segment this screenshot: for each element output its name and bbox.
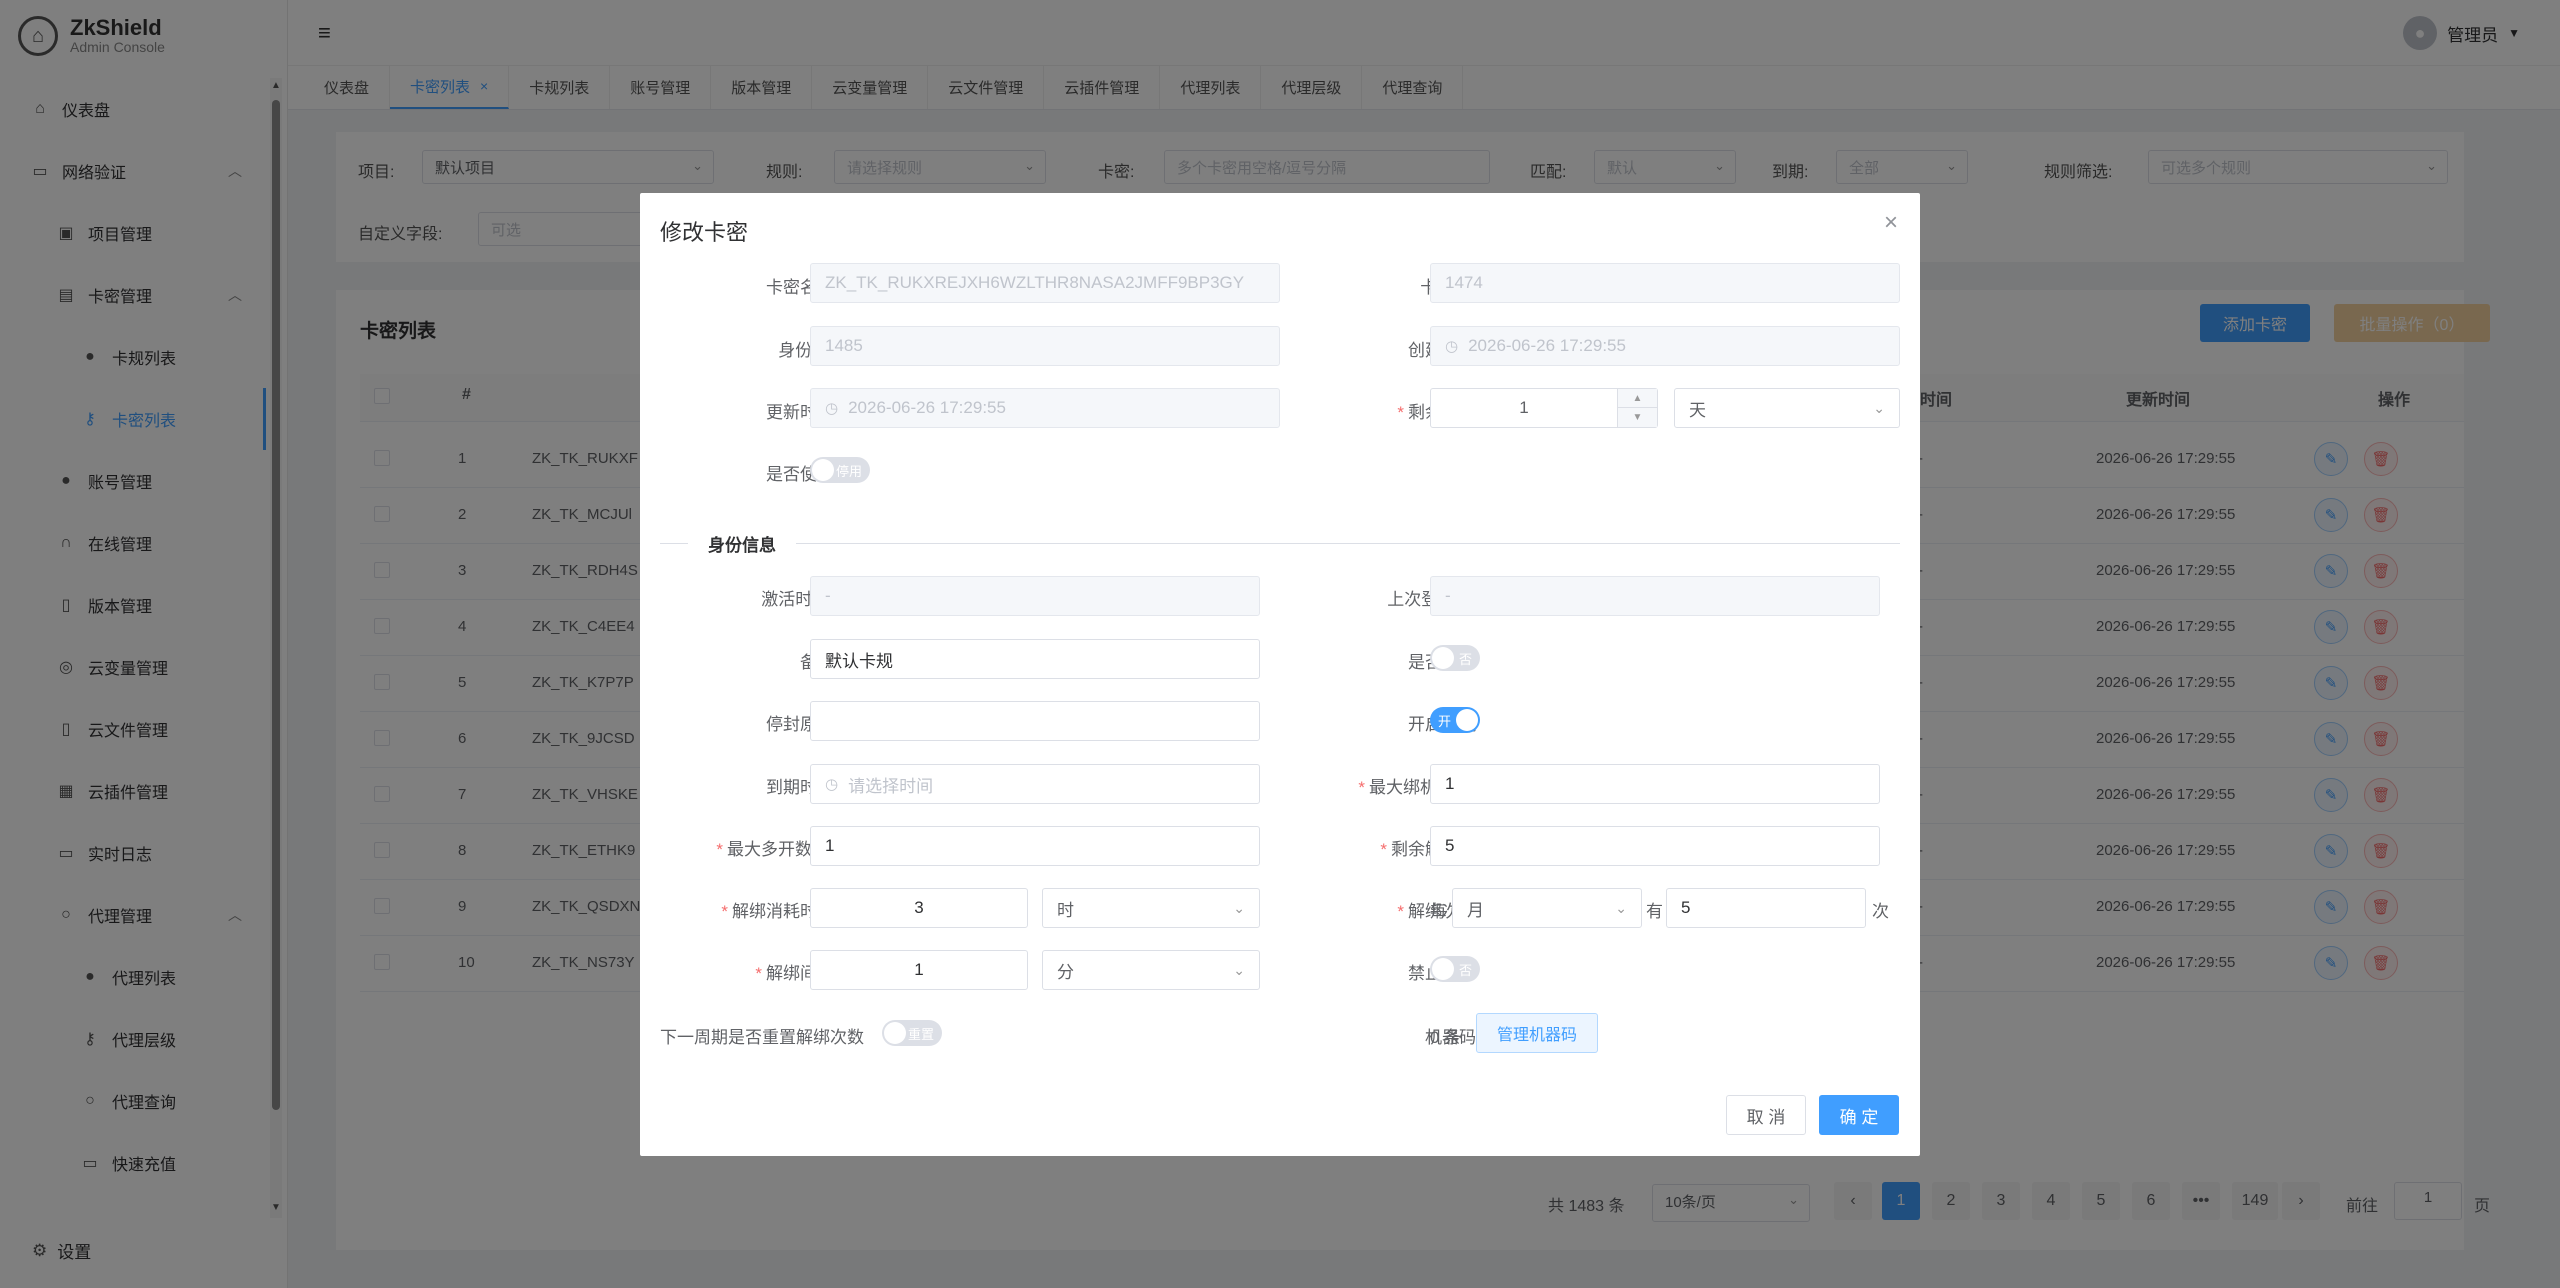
remain-unbind-input[interactable]: 5 (1430, 826, 1880, 866)
unbind-cost-input[interactable]: 3 (810, 888, 1028, 928)
clock-icon: ◷ (825, 400, 839, 417)
remaining-unit-select[interactable]: 天 ⌄ (1674, 388, 1900, 428)
reset-unbind-switch[interactable]: 重置 (882, 1020, 942, 1046)
dialog-title: 修改卡密 (660, 220, 749, 245)
cancel-button[interactable]: 取 消 (1726, 1095, 1806, 1135)
bind-machine-switch[interactable]: 开 (1430, 707, 1480, 733)
section-title: 身份信息 (688, 531, 796, 556)
switch-text: 重置 (907, 1027, 934, 1042)
section-divider (660, 543, 1900, 544)
unbind-times-suffix: 次 (1872, 902, 1889, 921)
clock-icon: ◷ (1445, 338, 1459, 355)
chevron-down-icon: ⌄ (1615, 899, 1627, 916)
remaining-unit-value: 天 (1689, 400, 1706, 420)
unbind-period-select[interactable]: 月 ⌄ (1452, 888, 1642, 928)
ban-reason-input[interactable] (810, 701, 1260, 741)
forbid-unbind-switch[interactable]: 否 (1430, 956, 1480, 982)
created-time-input: ◷ 2026-06-26 17:29:55 (1430, 326, 1900, 366)
max-bind-input[interactable]: 1 (1430, 764, 1880, 804)
created-time-value: 2026-06-26 17:29:55 (1468, 336, 1626, 355)
updated-time-input: ◷ 2026-06-26 17:29:55 (810, 388, 1280, 428)
switch-text: 否 (1458, 963, 1472, 978)
unbind-cost-unit-select[interactable]: 时 ⌄ (1042, 888, 1260, 928)
unbind-interval-unit-value: 分 (1057, 962, 1074, 982)
unbind-period-value: 月 (1467, 900, 1484, 920)
banned-switch[interactable]: 否 (1430, 645, 1480, 671)
in-use-switch[interactable]: 停用 (810, 457, 870, 483)
clock-icon: ◷ (825, 776, 839, 793)
switch-text: 否 (1458, 652, 1472, 667)
reset-unbind-label: 下一周期是否重置解绑次数 (660, 1028, 864, 1047)
unbind-every-text: 每 (1430, 902, 1447, 921)
switch-knob (1432, 958, 1454, 980)
machine-code-count: 0 条 (1430, 1028, 1462, 1047)
chevron-down-icon: ⌄ (1873, 399, 1885, 416)
switch-knob (884, 1022, 906, 1044)
close-icon[interactable]: × (1884, 209, 1898, 237)
unbind-times-label: * 解绑次数 (1397, 902, 1476, 921)
expire-time-picker[interactable]: ◷ 请选择时间 (810, 764, 1260, 804)
card-name-input: ZK_TK_RUKXREJXH6WZLTHR8NASA2JMFF9BP3GY (810, 263, 1280, 303)
card-id-input: 1474 (1430, 263, 1900, 303)
switch-knob (1432, 647, 1454, 669)
expire-time-placeholder: 请选择时间 (848, 776, 934, 796)
unbind-count-input[interactable]: 5 (1666, 888, 1866, 928)
unbind-interval-input[interactable]: 1 (810, 950, 1028, 990)
identity-id-input: 1485 (810, 326, 1280, 366)
confirm-button[interactable]: 确 定 (1819, 1095, 1899, 1135)
switch-knob (1456, 709, 1478, 731)
max-multi-input[interactable]: 1 (810, 826, 1260, 866)
max-multi-text: 最大多开数 (727, 840, 812, 859)
number-stepper[interactable]: ▲ ▼ (1617, 389, 1657, 427)
increment-icon[interactable]: ▲ (1618, 389, 1657, 408)
unbind-have-text: 有 (1646, 902, 1663, 921)
last-ip-input: - (1430, 576, 1880, 616)
activated-time-input: - (810, 576, 1260, 616)
switch-text: 开 (1438, 714, 1452, 729)
remaining-time-value: 1 (1519, 398, 1529, 417)
switch-knob (812, 459, 834, 481)
unbind-interval-unit-select[interactable]: 分 ⌄ (1042, 950, 1260, 990)
edit-card-dialog: 修改卡密 × 卡密名称 ZK_TK_RUKXREJXH6WZLTHR8NASA2… (640, 193, 1920, 1156)
chevron-down-icon: ⌄ (1233, 961, 1245, 978)
updated-time-value: 2026-06-26 17:29:55 (848, 398, 1006, 417)
switch-text: 停用 (835, 464, 862, 479)
unbind-cost-unit-value: 时 (1057, 900, 1074, 920)
manage-machine-code-button[interactable]: 管理机器码 (1476, 1013, 1599, 1053)
remaining-time-input[interactable]: 1 ▲ ▼ (1430, 388, 1658, 428)
decrement-icon[interactable]: ▼ (1618, 408, 1657, 427)
remark-input[interactable]: 默认卡规 (810, 639, 1260, 679)
chevron-down-icon: ⌄ (1233, 899, 1245, 916)
